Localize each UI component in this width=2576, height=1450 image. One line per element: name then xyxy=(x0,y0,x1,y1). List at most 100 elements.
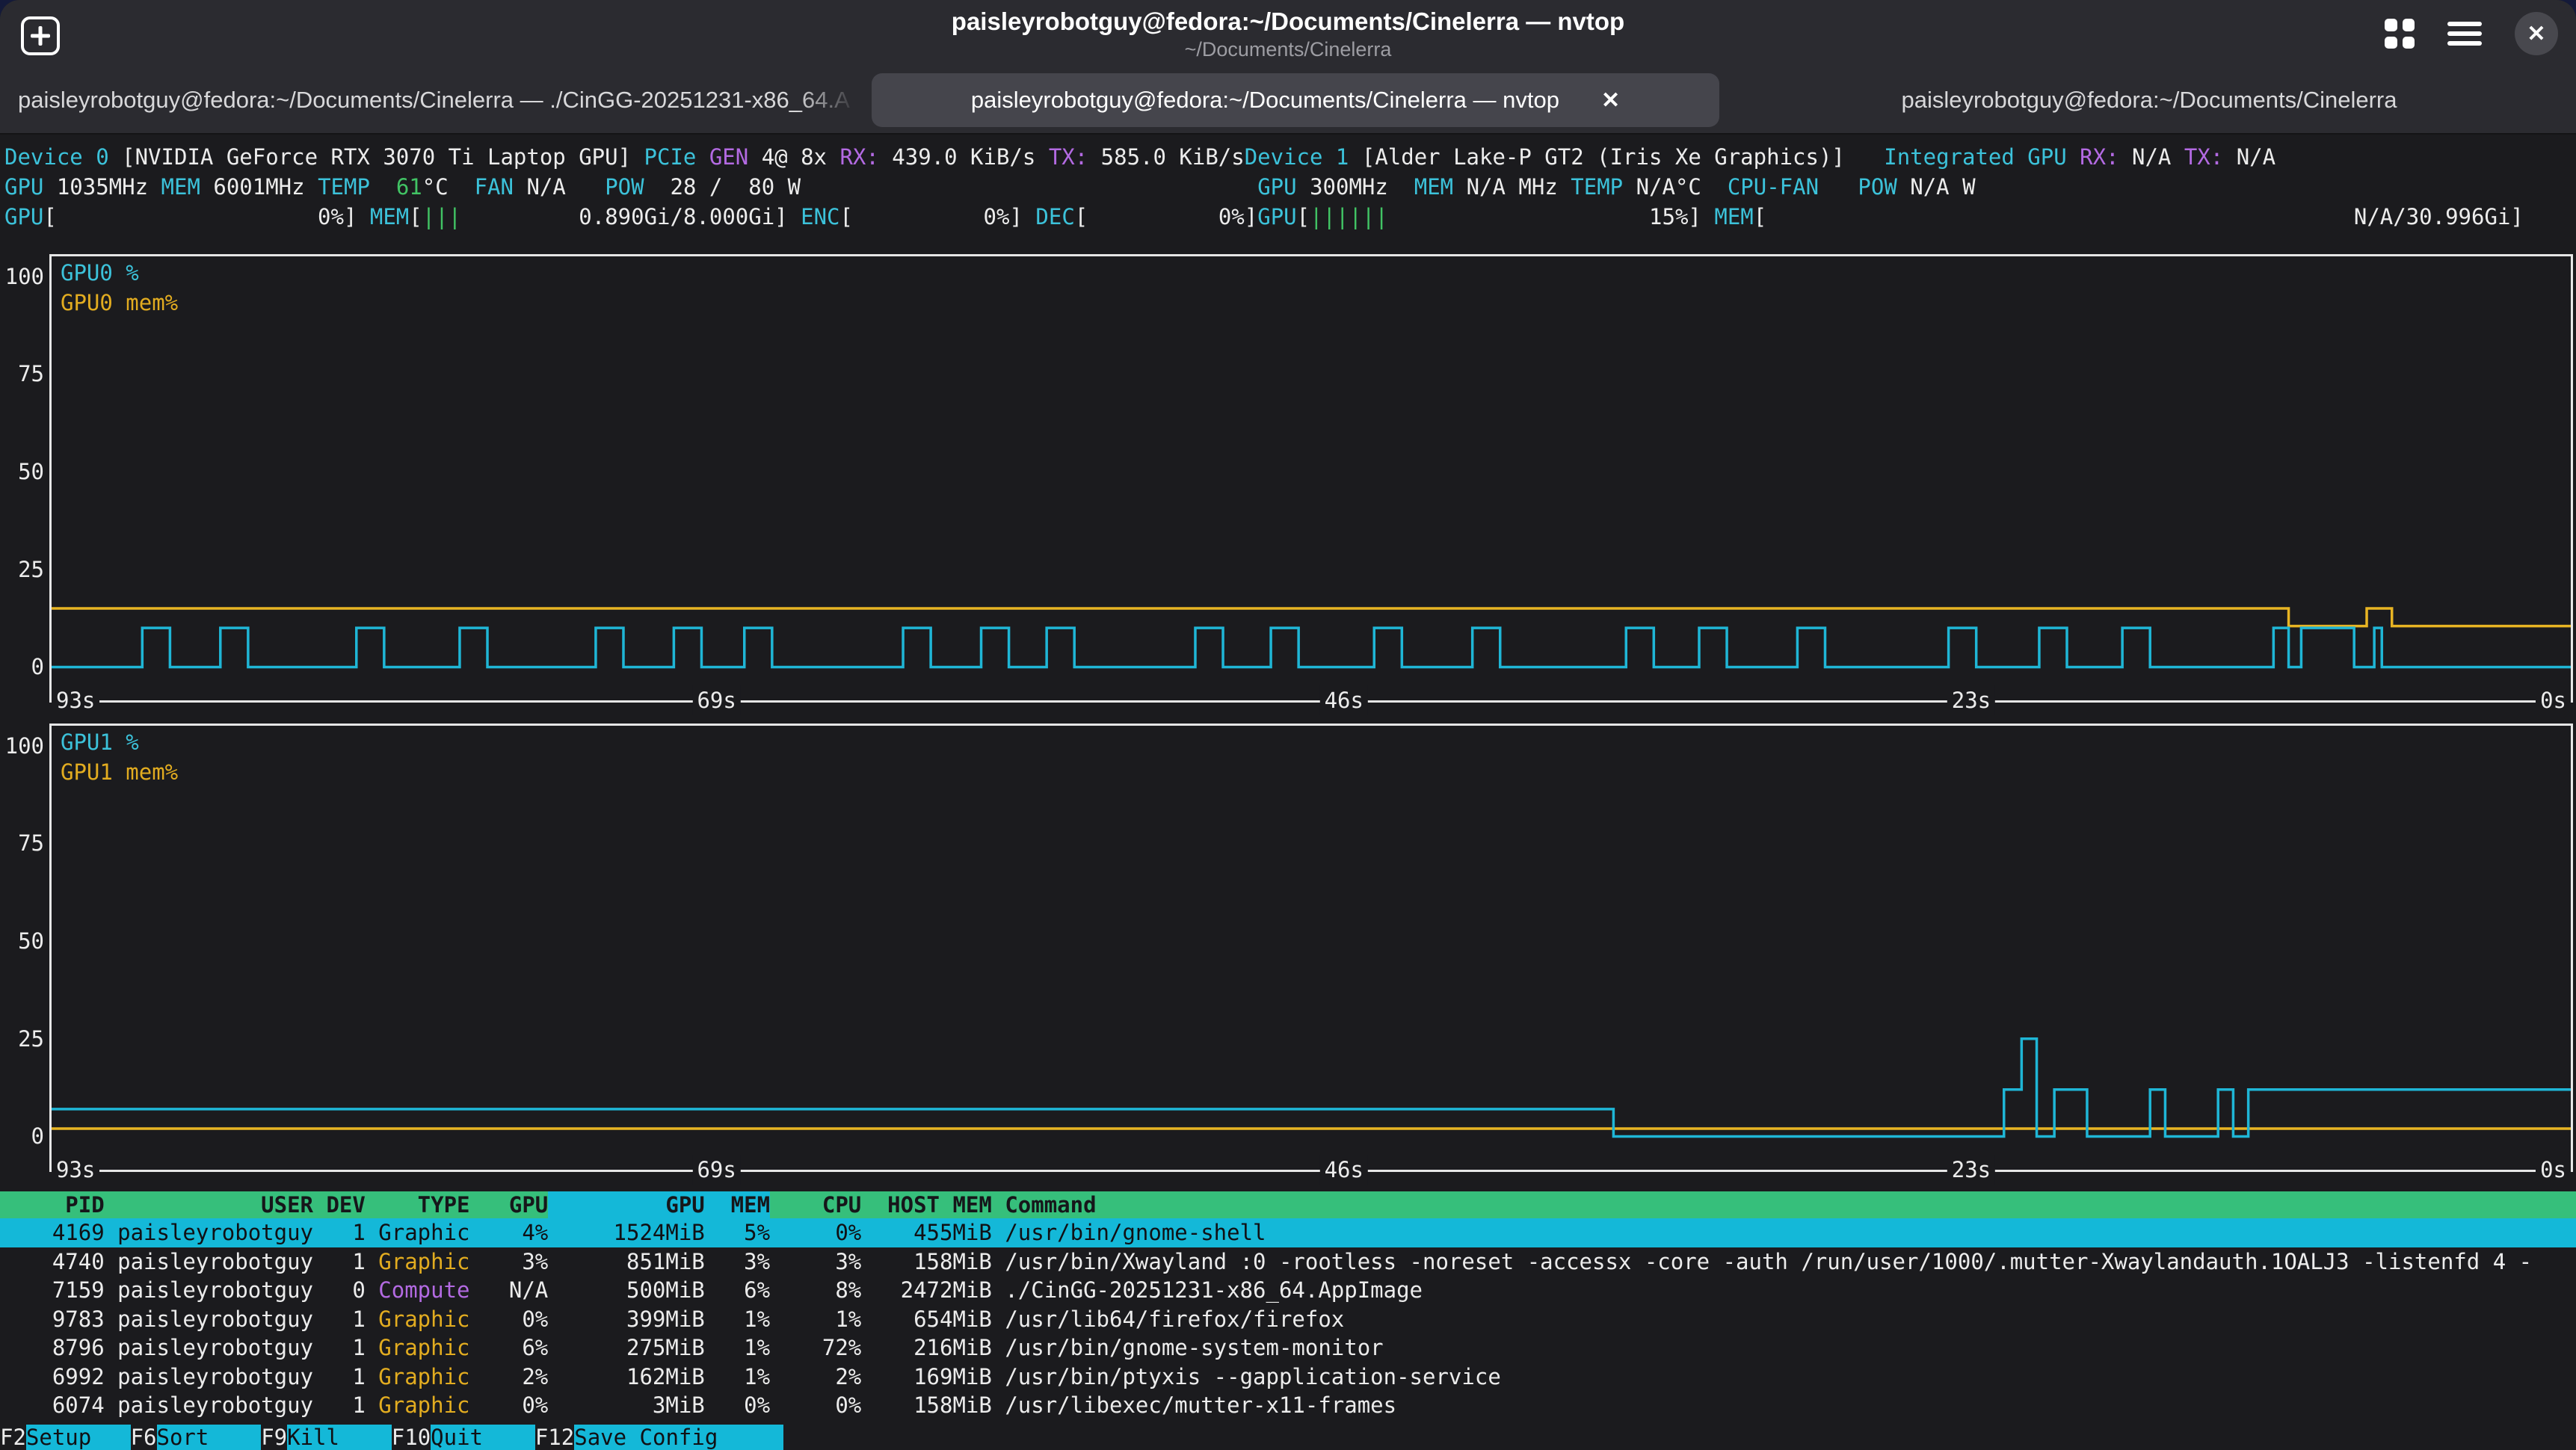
tab-cinelerra[interactable]: paisleyrobotguy@fedora:~/Documents/Cinel… xyxy=(1725,73,2573,127)
cell-command: /usr/bin/gnome-shell xyxy=(992,1218,2576,1247)
tab-overview-icon[interactable] xyxy=(2385,19,2415,49)
cell-user: paisleyrobotguy xyxy=(105,1333,313,1363)
nvtop-terminal[interactable]: Device 0 [NVIDIA GeForce RTX 3070 Ti Lap… xyxy=(0,136,2576,1450)
process-row-4169[interactable]: 4169paisleyrobotguy1Graphic4%1524MiB5%0%… xyxy=(0,1218,2576,1247)
gpu1-graph: GPU1 %GPU1 mem%100755025093s69s46s23s0s xyxy=(49,724,2573,1172)
tab-label: paisleyrobotguy@fedora:~/Documents/Cinel… xyxy=(1901,87,2397,114)
x-tick-label: 46s xyxy=(1320,1155,1368,1185)
cell-mem: 0% xyxy=(705,1391,770,1420)
x-tick-label: 93s xyxy=(52,1155,99,1185)
cell-type: Graphic xyxy=(366,1305,470,1334)
legend-entry: GPU1 % xyxy=(61,727,178,757)
window-close-button[interactable]: ✕ xyxy=(2515,12,2558,55)
cell-dev: 1 xyxy=(313,1247,366,1277)
cell-pid: 6074 xyxy=(0,1391,105,1420)
cell-mem: 1% xyxy=(705,1333,770,1363)
cell-pid: 4169 xyxy=(0,1218,105,1247)
process-table-header[interactable]: PIDUSERDEVTYPEGPUGPUMEMCPUHOST MEMComman… xyxy=(0,1191,2576,1218)
x-tick-label: 69s xyxy=(692,685,740,715)
window-subtitle: ~/Documents/Cinelerra xyxy=(952,37,1624,61)
cell-user: paisleyrobotguy xyxy=(105,1391,313,1420)
cell-user: paisleyrobotguy xyxy=(105,1305,313,1334)
f10-action-label[interactable]: Quit xyxy=(431,1425,535,1450)
x-tick-label: 0s xyxy=(2536,1155,2571,1185)
y-tick-label: 100 xyxy=(5,733,44,759)
cell-user: paisleyrobotguy xyxy=(105,1218,313,1247)
process-row-6074[interactable]: 6074paisleyrobotguy1Graphic0%3MiB0%0%158… xyxy=(0,1391,2576,1420)
new-tab-button[interactable] xyxy=(21,16,60,55)
cell-user: USER xyxy=(105,1191,313,1218)
f6-key[interactable]: F6 xyxy=(131,1425,157,1450)
cell-mem: 5% xyxy=(705,1218,770,1247)
cell-gpu_mem: 500MiB xyxy=(548,1276,705,1305)
cell-pid: PID xyxy=(0,1191,105,1218)
tab-strip: paisleyrobotguy@fedora:~/Documents/Cinel… xyxy=(0,67,2576,135)
cell-gpu_mem: 275MiB xyxy=(548,1333,705,1363)
cell-pid: 7159 xyxy=(0,1276,105,1305)
x-tick-label: 23s xyxy=(1947,1155,1995,1185)
cell-cpu: 3% xyxy=(770,1247,861,1277)
cell-command: /usr/libexec/mutter-x11-frames xyxy=(992,1391,2576,1420)
y-tick-label: 0 xyxy=(31,654,44,679)
tab-close-icon[interactable]: ✕ xyxy=(1601,87,1620,114)
gpu0-graph: GPU0 %GPU0 mem%100755025093s69s46s23s0s xyxy=(49,254,2573,703)
cell-user: paisleyrobotguy xyxy=(105,1276,313,1305)
nvtop-header-line: Device 0 [NVIDIA GeForce RTX 3070 Ti Lap… xyxy=(4,142,2576,172)
cell-command: /usr/bin/gnome-system-monitor xyxy=(992,1333,2576,1363)
GPU0-mem-line xyxy=(52,608,2571,626)
cell-dev: DEV xyxy=(313,1191,366,1218)
cell-dev: 1 xyxy=(313,1391,366,1420)
tab-nvtop-active[interactable]: paisleyrobotguy@fedora:~/Documents/Cinel… xyxy=(872,73,1719,127)
tab-label: paisleyrobotguy@fedora:~/Documents/Cinel… xyxy=(18,87,850,114)
f9-key[interactable]: F9 xyxy=(261,1425,287,1450)
cell-gpu_mem: 3MiB xyxy=(548,1391,705,1420)
cell-type: Graphic xyxy=(366,1391,470,1420)
cell-type: Graphic xyxy=(366,1218,470,1247)
f12-action-label[interactable]: Save Config xyxy=(574,1425,783,1450)
cell-type: Graphic xyxy=(366,1363,470,1392)
process-row-6992[interactable]: 6992paisleyrobotguy1Graphic2%162MiB1%2%1… xyxy=(0,1363,2576,1392)
process-row-9783[interactable]: 9783paisleyrobotguy1Graphic0%399MiB1%1%6… xyxy=(0,1305,2576,1334)
window-controls: ✕ xyxy=(2385,0,2558,67)
cell-pid: 4740 xyxy=(0,1247,105,1277)
f10-key[interactable]: F10 xyxy=(392,1425,431,1450)
y-tick-label: 75 xyxy=(18,361,44,386)
f12-key[interactable]: F12 xyxy=(535,1425,574,1450)
nvtop-header-line: GPU 1035MHz MEM 6001MHz TEMP 61°C FAN N/… xyxy=(4,172,2576,202)
cell-cpu: 72% xyxy=(770,1333,861,1363)
y-tick-label: 50 xyxy=(18,928,44,954)
function-key-bar: F2SetupF6SortF9KillF10QuitF12Save Config xyxy=(0,1425,2576,1450)
y-tick-label: 100 xyxy=(5,264,44,289)
tab-cingg[interactable]: paisleyrobotguy@fedora:~/Documents/Cinel… xyxy=(3,73,866,127)
f2-key[interactable]: F2 xyxy=(0,1425,26,1450)
gpu0-plot-area: GPU0 %GPU0 mem%100755025093s69s46s23s0s xyxy=(49,254,2573,703)
legend-entry: GPU0 % xyxy=(61,258,178,288)
hamburger-menu-icon[interactable] xyxy=(2447,22,2482,46)
cell-gpu_mem: 851MiB xyxy=(548,1247,705,1277)
cell-gpu: 0% xyxy=(470,1305,549,1334)
cell-cpu: 1% xyxy=(770,1305,861,1334)
cell-gpu: 3% xyxy=(470,1247,549,1277)
f6-action-label[interactable]: Sort xyxy=(157,1425,262,1450)
nvtop-header-line: GPU[ 0%] MEM[||| 0.890Gi/8.000Gi] ENC[ 0… xyxy=(4,202,2576,232)
process-row-4740[interactable]: 4740paisleyrobotguy1Graphic3%851MiB3%3%1… xyxy=(0,1247,2576,1277)
cell-dev: 1 xyxy=(313,1218,366,1247)
cell-gpu_mem: GPU xyxy=(548,1191,705,1218)
cell-host_mem: 158MiB xyxy=(861,1391,992,1420)
cell-mem: MEM xyxy=(705,1191,770,1218)
cell-pid: 6992 xyxy=(0,1363,105,1392)
x-tick-label: 93s xyxy=(52,685,99,715)
cell-cpu: CPU xyxy=(770,1191,861,1218)
cell-dev: 1 xyxy=(313,1363,366,1392)
f9-action-label[interactable]: Kill xyxy=(287,1425,392,1450)
x-tick-label: 23s xyxy=(1947,685,1995,715)
process-row-8796[interactable]: 8796paisleyrobotguy1Graphic6%275MiB1%72%… xyxy=(0,1333,2576,1363)
cell-gpu_mem: 162MiB xyxy=(548,1363,705,1392)
cell-user: paisleyrobotguy xyxy=(105,1247,313,1277)
cell-gpu: 0% xyxy=(470,1391,549,1420)
process-row-7159[interactable]: 7159paisleyrobotguy0ComputeN/A500MiB6%8%… xyxy=(0,1276,2576,1305)
cell-type: Graphic xyxy=(366,1247,470,1277)
cell-host_mem: 654MiB xyxy=(861,1305,992,1334)
cell-type: TYPE xyxy=(366,1191,470,1218)
f2-action-label[interactable]: Setup xyxy=(26,1425,131,1450)
